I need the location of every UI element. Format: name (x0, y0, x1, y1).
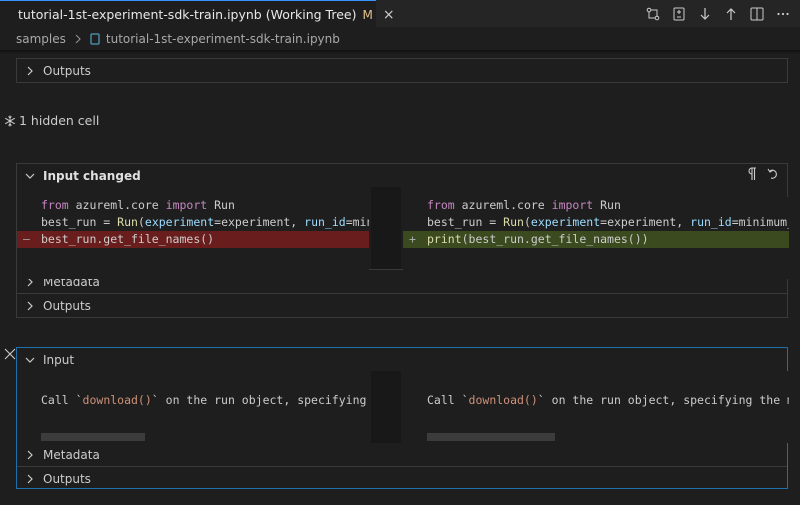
breadcrumb: samples tutorial-1st-experiment-sdk-trai… (0, 28, 800, 50)
code-token: Run (593, 198, 621, 212)
code-token: ( (137, 215, 145, 229)
added-line: + print(best_run.get_file_names()) (403, 231, 789, 248)
text-token: ` on the run object, specifying the mo (537, 393, 789, 407)
modified-markdown-pane[interactable]: Call `download()` on the run object, spe… (403, 371, 789, 443)
text-token: Call ` (41, 393, 83, 407)
inline-code: download() (468, 393, 538, 407)
added-marker: + (409, 232, 416, 246)
code-token: import (551, 198, 594, 212)
code-line: from azureml.core import Run (17, 197, 369, 214)
code-token: =experiment, (600, 215, 691, 229)
placeholder-bar (427, 433, 555, 441)
code-line: Call `download()` on the run object, spe… (403, 392, 789, 409)
placeholder-bar (41, 433, 145, 441)
split-editor-icon[interactable] (748, 5, 766, 23)
code-line: best_run = Run(experiment=experiment, ru… (17, 214, 369, 231)
chevron-right-icon (27, 474, 33, 483)
breadcrumb-file[interactable]: tutorial-1st-experiment-sdk-train.ipynb (106, 32, 340, 46)
code-token: best_run = (427, 215, 504, 229)
outputs-row[interactable]: Outputs (17, 467, 787, 490)
text-token: Call ` (427, 393, 469, 407)
original-code-pane[interactable]: from azureml.core import Run best_run = … (17, 197, 369, 279)
code-line: best_run = Run(experiment=experiment, ru… (403, 214, 789, 231)
chevron-down-icon (25, 357, 35, 363)
revert-icon[interactable] (767, 167, 779, 181)
code-token: from (41, 198, 69, 212)
input-diff: from azureml.core import Run best_run = … (17, 187, 789, 279)
input-changed-label: Input changed (43, 168, 141, 183)
code-token: azureml.core (454, 198, 552, 212)
diff-splitter[interactable] (371, 187, 401, 269)
close-icon[interactable] (4, 348, 16, 360)
code-token: Run (207, 198, 235, 212)
hidden-cell-label: 1 hidden cell (19, 113, 100, 128)
snowflake-icon (4, 115, 16, 126)
outputs-label: Outputs (43, 298, 91, 313)
editor-toolbar (644, 5, 792, 23)
metadata-row[interactable]: Metadata (17, 443, 787, 466)
code-token: print (427, 232, 462, 246)
tab-title: tutorial-1st-experiment-sdk-train.ipynb … (18, 7, 357, 22)
chevron-down-icon (25, 173, 35, 179)
markdown-diff: Call `download()` on the run object, spe… (17, 371, 789, 443)
code-token: experiment (530, 215, 601, 229)
metadata-label: Metadata (43, 447, 100, 462)
modified-badge: M (362, 7, 373, 22)
diff-splitter[interactable] (371, 371, 401, 443)
code-token: =minimum_r (731, 215, 789, 229)
chevron-right-icon (27, 301, 33, 310)
code-token: run_id (690, 215, 732, 229)
previous-cell-panel: Outputs (16, 58, 788, 83)
modified-code-pane[interactable]: from azureml.core import Run best_run = … (403, 197, 789, 279)
code-token: from (427, 198, 455, 212)
notebook-file-icon (90, 33, 100, 45)
breadcrumb-folder[interactable]: samples (16, 32, 66, 46)
arrow-up-icon[interactable] (722, 5, 740, 23)
chevron-right-icon (75, 34, 81, 44)
outputs-row[interactable]: Outputs (17, 59, 787, 82)
input-label: Input (43, 352, 75, 367)
code-token: Run (117, 215, 138, 229)
chevron-right-icon (27, 66, 33, 75)
code-token: best_run = (41, 215, 118, 229)
text-token: ` on the run object, specifying t (151, 393, 369, 407)
code-token: ( (523, 215, 531, 229)
code-token: experiment (144, 215, 215, 229)
open-changes-icon[interactable] (644, 5, 662, 23)
code-token: =experiment, (214, 215, 305, 229)
inline-code: download() (82, 393, 152, 407)
chevron-right-icon (27, 450, 33, 459)
breadcrumb-shadow (0, 50, 800, 54)
outputs-label: Outputs (43, 471, 91, 486)
removed-marker: — (23, 232, 30, 246)
code-token: import (165, 198, 208, 212)
pilcrow-icon[interactable] (745, 167, 757, 181)
close-tab-button[interactable]: × (383, 8, 395, 22)
changed-cell: Input changed from azureml.core import R… (16, 163, 789, 318)
file-diff-icon[interactable] (670, 5, 688, 23)
header-actions (745, 167, 779, 181)
outputs-row[interactable]: Outputs (17, 294, 787, 317)
code-line: from azureml.core import Run (403, 197, 789, 214)
code-token: best_run.get_file_names() (41, 232, 215, 246)
code-token: azureml.core (68, 198, 166, 212)
input-header[interactable]: Input (17, 348, 787, 371)
tab-bar: tutorial-1st-experiment-sdk-train.ipynb … (0, 0, 800, 28)
editor-tab[interactable]: tutorial-1st-experiment-sdk-train.ipynb … (0, 0, 395, 28)
original-markdown-pane[interactable]: Call `download()` on the run object, spe… (17, 371, 369, 443)
hidden-cell-toggle[interactable]: 1 hidden cell (4, 113, 99, 128)
unchanged-cell: Input Call `download()` on the run objec… (16, 347, 789, 490)
code-token: =mini (345, 215, 369, 229)
code-token: (best_run.get_file_names()) (461, 232, 649, 246)
removed-line: — best_run.get_file_names() (17, 231, 369, 248)
input-changed-header[interactable]: Input changed (17, 164, 787, 187)
code-token: run_id (304, 215, 346, 229)
more-icon[interactable] (774, 5, 792, 23)
code-line: Call `download()` on the run object, spe… (17, 392, 369, 409)
code-token: Run (503, 215, 524, 229)
outputs-label: Outputs (43, 63, 91, 78)
arrow-down-icon[interactable] (696, 5, 714, 23)
